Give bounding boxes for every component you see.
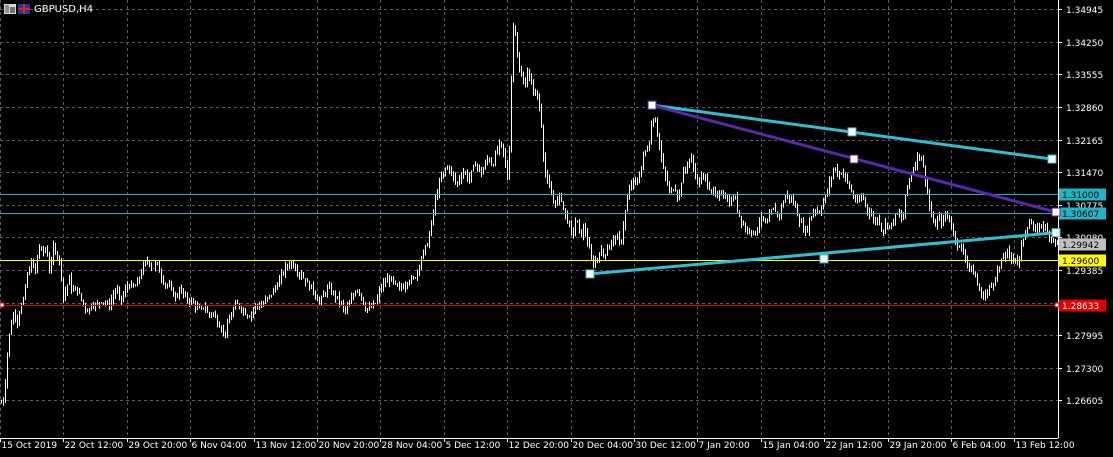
x-tick-label: 6 Feb 04:00 [953,441,1007,451]
price-label: 1.28633 [1062,302,1099,312]
x-tick-label: 28 Nov 04:00 [382,441,443,451]
line-endpoint-handle[interactable] [0,302,5,308]
y-tick-label: 1.29385 [1066,267,1103,277]
price-label: 1.29600 [1062,257,1099,267]
y-tick-label: 1.32165 [1066,137,1103,147]
x-tick-label: 5 Dec 12:00 [446,441,501,451]
line-endpoint-handle[interactable] [1054,302,1060,308]
trendline-handle[interactable] [847,127,857,137]
symbol-timeframe: GBPUSD,H4 [34,3,94,15]
y-tick-label: 1.27300 [1066,365,1103,375]
trendline-handle[interactable] [849,154,859,164]
y-tick-label: 1.34250 [1066,39,1103,49]
trendline-handle[interactable] [819,254,829,264]
y-tick-label: 1.33555 [1066,71,1103,81]
price-label: 1.31000 [1062,191,1099,201]
y-tick-label: 1.26605 [1066,397,1103,407]
trendline-handle[interactable] [1051,207,1061,217]
candles [1,22,1058,406]
x-tick-label: 12 Dec 20:00 [509,441,570,451]
x-tick-label: 13 Nov 12:00 [256,441,317,451]
chart-area[interactable]: 1.34945 1.34250 1.33555 1.32860 1.32165 1.314… [0,0,1113,457]
chart-title: GBPUSD,H4 [4,2,93,16]
trendline-handle[interactable] [647,100,657,110]
trendline-handle[interactable] [1047,154,1057,164]
current-price-label: 1.29942 [1062,241,1099,251]
flag-icon [18,4,30,14]
x-tick-label: 15 Oct 2019 [2,441,58,451]
x-tick-label: 22 Oct 12:00 [65,441,124,451]
x-tick-label: 29 Jan 20:00 [890,441,947,451]
x-tick-label: 6 Nov 04:00 [192,441,247,451]
price-label: 1.30607 [1062,210,1099,220]
trendline[interactable] [589,231,1057,276]
x-tick-label: 29 Oct 20:00 [129,441,188,451]
chart-symbol-icon [4,4,16,14]
x-tick-label: 30 Dec 12:00 [636,441,697,451]
trendline-handle[interactable] [585,269,595,279]
y-tick-label: 1.31470 [1066,169,1103,179]
x-tick-label: 20 Dec 04:00 [573,441,634,451]
x-tick-label: 15 Jan 04:00 [763,441,820,451]
x-tick-label: 13 Feb 12:00 [1016,441,1075,451]
y-tick-label: 1.32860 [1066,104,1103,114]
x-tick-label: 22 Jan 12:00 [826,441,883,451]
x-tick-label: 7 Jan 20:00 [699,441,751,451]
y-tick-label: 1.27995 [1066,332,1103,342]
price-chart[interactable]: 1.34945 1.34250 1.33555 1.32860 1.32165 1.314… [0,0,1113,457]
trendline-handle[interactable] [1051,228,1061,238]
x-tick-label: 20 Nov 20:00 [319,441,380,451]
y-tick-label: 1.34945 [1066,6,1103,16]
